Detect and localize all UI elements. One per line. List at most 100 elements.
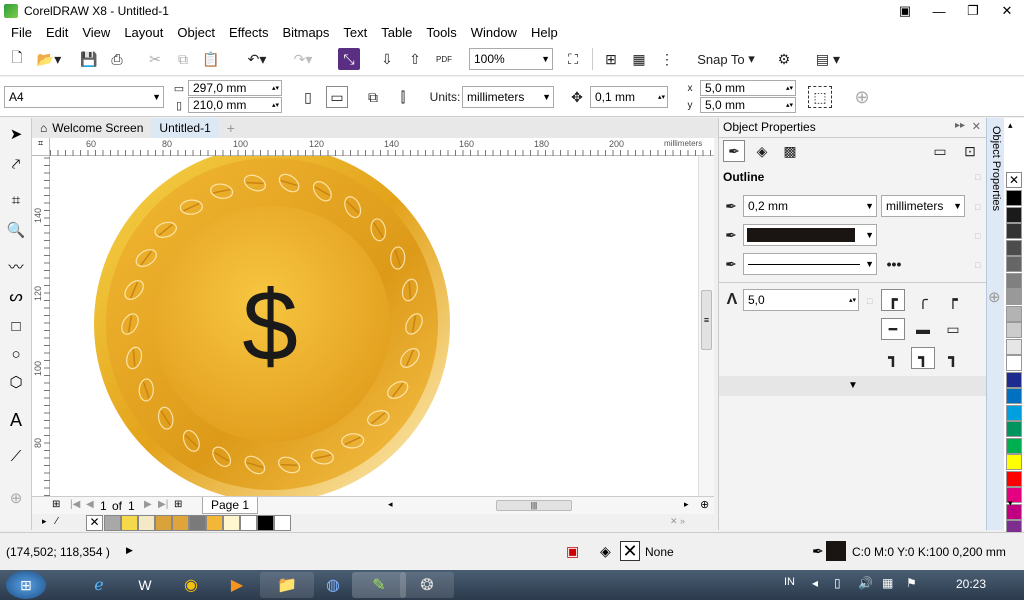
more-options-icon[interactable]: ••• xyxy=(883,254,905,274)
edit-bleed-icon[interactable]: ⬚ xyxy=(808,86,832,108)
document-swatch[interactable] xyxy=(206,515,223,531)
eyedropper-icon[interactable]: ⁄ xyxy=(56,516,58,527)
palette-swatch[interactable] xyxy=(1006,239,1022,256)
add-docker-icon[interactable]: ⊕ xyxy=(988,288,1001,306)
palette-scroll-icon[interactable]: ✕ » xyxy=(670,516,685,527)
palette-swatch[interactable] xyxy=(1006,190,1022,206)
palette-swatch[interactable] xyxy=(1006,454,1022,470)
menu-layout[interactable]: Layout xyxy=(124,25,163,40)
next-page-icon[interactable]: ▶ xyxy=(144,499,152,510)
add-page-after-icon[interactable]: ⊞ xyxy=(174,499,182,510)
pick-tool-icon[interactable]: ➤ xyxy=(4,122,28,146)
network-icon[interactable]: ▦ xyxy=(882,576,893,590)
palette-swatch[interactable] xyxy=(1006,305,1022,322)
add-page-before-icon[interactable]: ⊞ xyxy=(52,499,60,510)
tray-arrow-icon[interactable]: ◂ xyxy=(812,576,818,590)
shape-tool-icon[interactable]: ⤤ xyxy=(4,152,28,176)
collapse-docker-icon[interactable]: ▸▸ xyxy=(955,120,965,131)
full-screen-icon[interactable]: ⛶ xyxy=(562,48,584,70)
save-icon[interactable]: 💾 xyxy=(78,48,100,70)
units-select[interactable]: millimeters ▼ xyxy=(462,86,554,108)
spinner-icon[interactable]: ▴▾ xyxy=(272,84,279,92)
portrait-icon[interactable]: ▯ xyxy=(298,86,318,108)
page-size-select[interactable]: A4 ▼ xyxy=(4,86,164,108)
section-checkbox[interactable]: □ xyxy=(975,231,980,241)
search-content-icon[interactable]: ⤡ xyxy=(338,48,360,70)
menu-view[interactable]: View xyxy=(82,25,110,40)
add-tool-icon[interactable]: ⊕ xyxy=(4,486,28,510)
status-menu-icon[interactable]: ▶ xyxy=(126,545,133,556)
duplicate-y-input[interactable]: 5,0 mm ▴▾ xyxy=(700,97,796,113)
section-checkbox[interactable]: □ xyxy=(975,260,980,270)
add-icon[interactable]: ⊕ xyxy=(850,86,874,108)
rectangle-tool-icon[interactable]: □ xyxy=(4,314,28,338)
palette-swatch[interactable] xyxy=(1006,322,1022,338)
coin-artwork[interactable]: $ xyxy=(50,156,698,496)
outline-pen-tab-icon[interactable]: ✒ xyxy=(723,140,745,162)
action-center-icon[interactable]: ⚑ xyxy=(906,576,917,590)
menu-text[interactable]: Text xyxy=(343,25,367,40)
zoom-tool-icon[interactable]: 🔍 xyxy=(4,218,28,242)
inside-position-icon[interactable]: ┓ xyxy=(941,347,965,369)
publish-pdf-icon[interactable]: PDF xyxy=(432,48,456,70)
document-swatch[interactable] xyxy=(104,515,121,531)
first-page-icon[interactable]: |◀ xyxy=(70,499,80,510)
palette-swatch[interactable] xyxy=(1006,371,1022,388)
outline-style-select[interactable]: ▼ xyxy=(743,253,877,275)
menu-file[interactable]: File xyxy=(11,25,32,40)
no-color-swatch[interactable]: ✕ xyxy=(86,515,103,531)
scroll-left-icon[interactable]: ◂ xyxy=(388,499,393,510)
print-icon[interactable]: ⎙ xyxy=(106,48,128,70)
section-checkbox[interactable]: □ xyxy=(975,172,980,182)
center-position-icon[interactable]: ┓ xyxy=(911,347,935,369)
document-swatch[interactable] xyxy=(189,515,206,531)
show-rulers-icon[interactable]: ⊞ xyxy=(600,48,622,70)
scroll-right-icon[interactable]: ▸ xyxy=(684,499,689,510)
options-gear-icon[interactable]: ⚙ xyxy=(772,48,796,70)
close-docker-icon[interactable]: ✕ xyxy=(972,120,981,133)
current-page-icon[interactable]: ⫿ xyxy=(392,86,414,108)
spinner-icon[interactable]: ▴▾ xyxy=(658,93,665,101)
menu-table[interactable]: Table xyxy=(381,25,412,40)
frame-icon[interactable]: ▭ xyxy=(929,140,951,162)
summary-icon[interactable]: ⊡ xyxy=(959,140,981,162)
battery-icon[interactable]: ▯ xyxy=(834,576,841,590)
palette-swatch[interactable] xyxy=(1006,388,1022,404)
paste-icon[interactable]: 📋 xyxy=(200,48,222,70)
tab-untitled-1[interactable]: Untitled-1 xyxy=(151,118,219,138)
landscape-icon[interactable]: ▭ xyxy=(326,86,348,108)
color-proof-icon[interactable]: ▣ xyxy=(566,543,579,560)
palette-swatch[interactable] xyxy=(1006,404,1022,421)
palette-swatch[interactable] xyxy=(1006,470,1022,487)
snap-to-dropdown[interactable]: Snap To ▾ xyxy=(694,48,758,70)
vertical-scrollbar[interactable]: ≡ xyxy=(698,156,714,496)
butt-cap-icon[interactable]: ━ xyxy=(881,318,905,340)
previous-page-icon[interactable]: ◀ xyxy=(86,499,94,510)
dollar-symbol[interactable]: $ xyxy=(242,270,298,382)
spinner-icon[interactable]: ▴▾ xyxy=(849,296,856,304)
miter-join-icon[interactable]: ┏ xyxy=(881,289,905,311)
redo-icon[interactable]: ↷▾ xyxy=(286,48,320,70)
last-page-icon[interactable]: ▶| xyxy=(158,499,168,510)
cut-icon[interactable]: ✂ xyxy=(144,48,166,70)
horizontal-scroll-thumb[interactable]: ||| xyxy=(496,500,572,511)
docker-side-tab[interactable]: Object Properties ⊕ xyxy=(986,118,1004,530)
palette-swatch[interactable] xyxy=(1006,338,1022,355)
crop-tool-icon[interactable]: ⌗ xyxy=(4,188,28,212)
polygon-tool-icon[interactable]: ⬡ xyxy=(4,370,28,394)
document-swatch[interactable] xyxy=(155,515,172,531)
menu-bitmaps[interactable]: Bitmaps xyxy=(282,25,329,40)
palette-scroll-up-icon[interactable]: ▴ xyxy=(1008,120,1013,131)
document-swatch[interactable] xyxy=(172,515,189,531)
start-button[interactable]: ⊞ xyxy=(6,571,46,599)
document-swatch[interactable] xyxy=(223,515,240,531)
open-icon[interactable]: 📂▾ xyxy=(34,48,64,70)
round-join-icon[interactable]: ╭ xyxy=(911,289,935,311)
tab-welcome-screen[interactable]: ⌂ Welcome Screen xyxy=(32,118,152,138)
spinner-icon[interactable]: ▴▾ xyxy=(786,101,793,109)
copy-icon[interactable]: ⧉ xyxy=(172,48,194,70)
round-cap-icon[interactable]: ▬ xyxy=(911,318,935,340)
fill-bucket-icon[interactable]: ◈ xyxy=(600,543,611,560)
document-swatch[interactable] xyxy=(121,515,138,531)
scrollbar-thumb[interactable]: ≡ xyxy=(701,290,712,350)
